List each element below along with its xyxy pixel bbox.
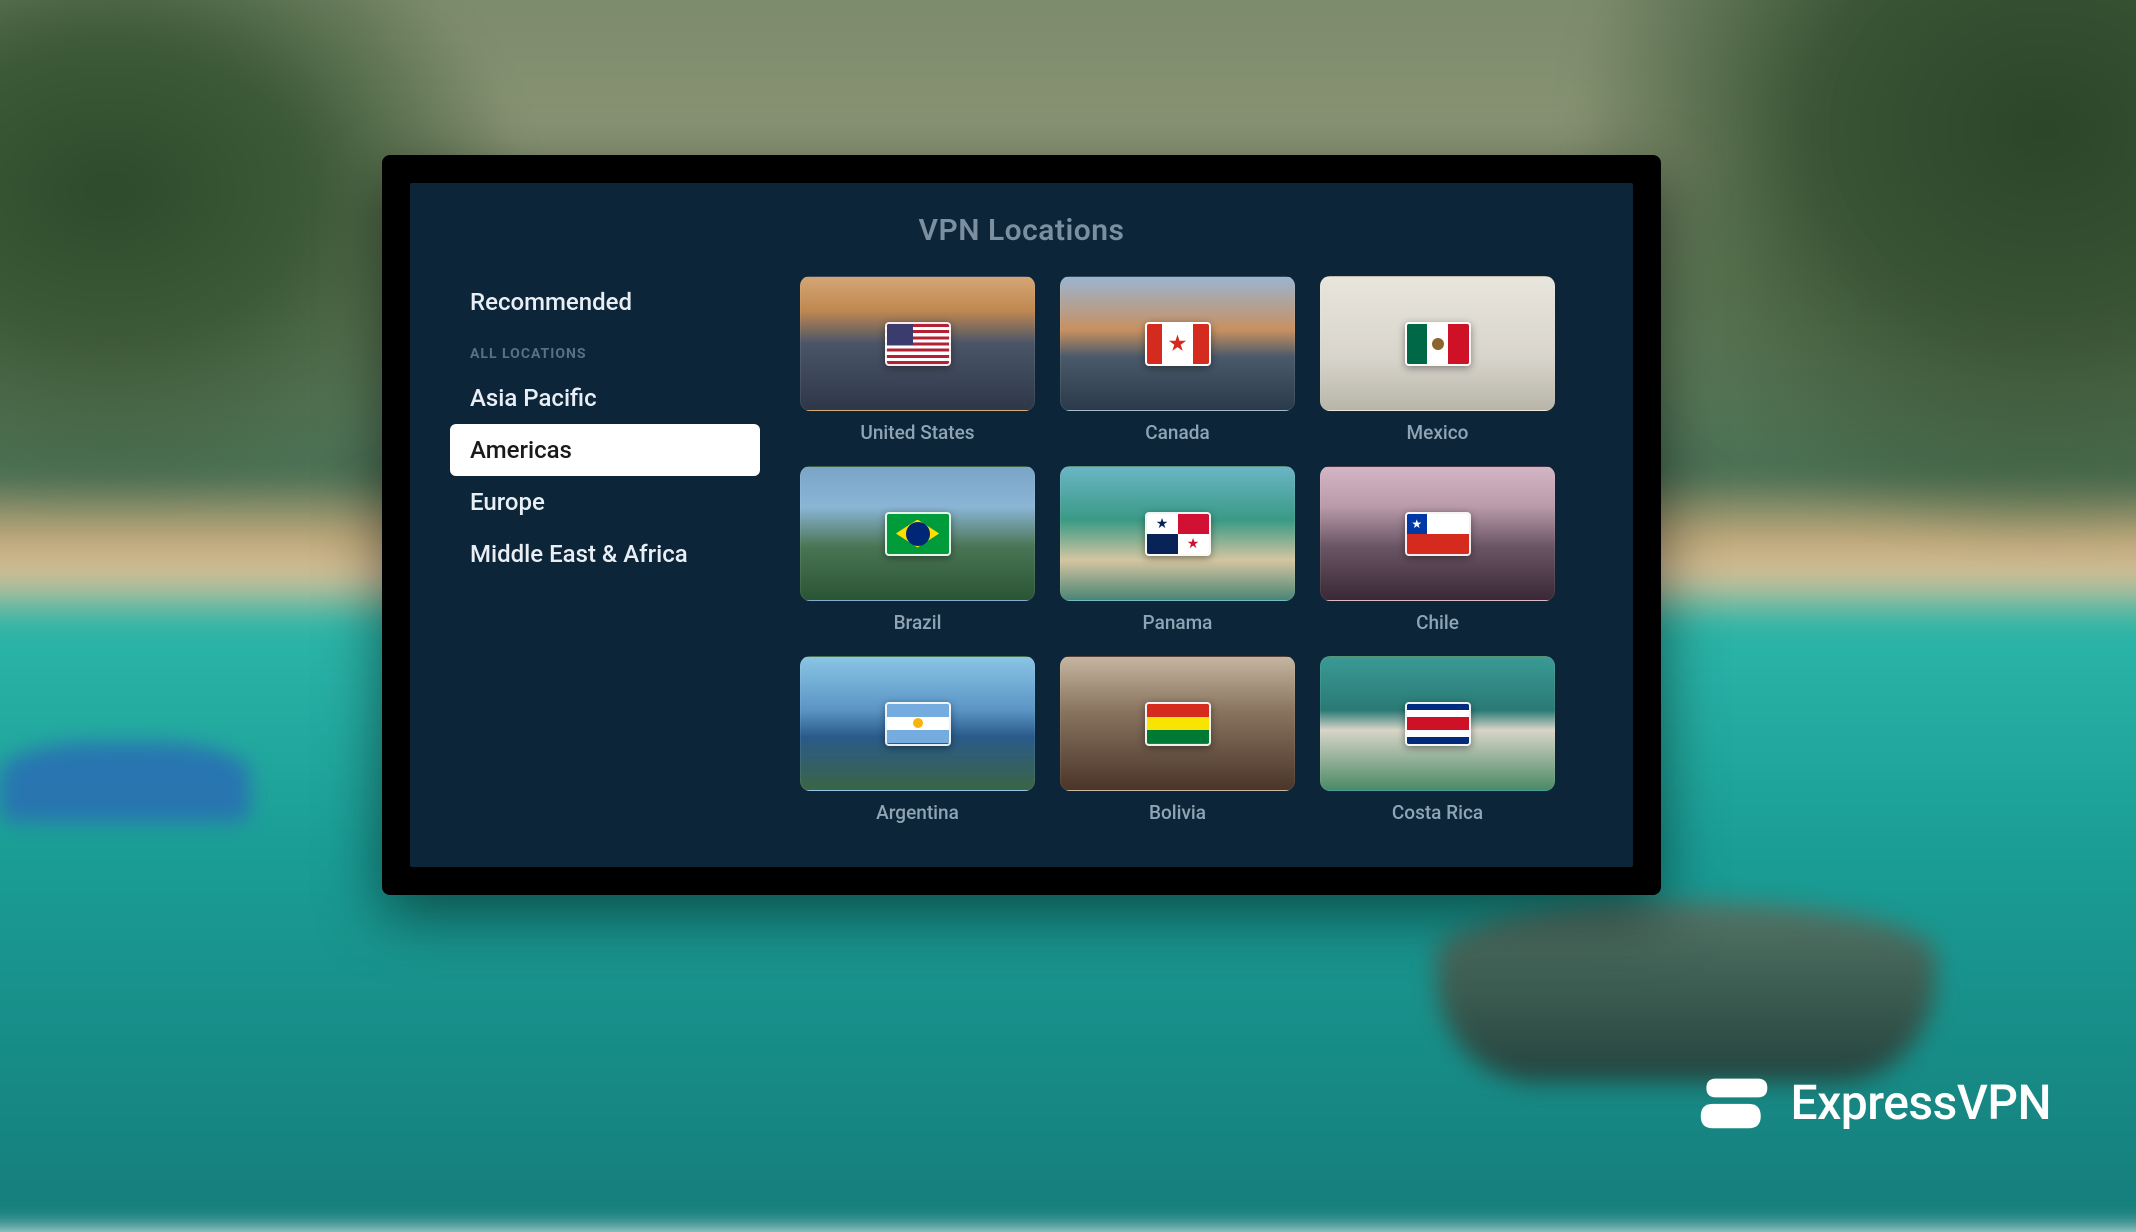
sidebar-item-europe[interactable]: Europe [450, 476, 760, 528]
flag-ar-icon [885, 702, 951, 746]
sidebar: Recommended ALL LOCATIONS Asia Pacific A… [450, 276, 760, 824]
location-card-panama[interactable]: Panama [1060, 466, 1295, 634]
location-thumb [800, 276, 1035, 411]
location-label: Mexico [1407, 421, 1469, 444]
page-title: VPN Locations [450, 213, 1593, 248]
tv-frame: VPN Locations Recommended ALL LOCATIONS … [382, 155, 1661, 895]
app-screen: VPN Locations Recommended ALL LOCATIONS … [410, 183, 1633, 867]
location-thumb [1060, 656, 1295, 791]
location-thumb [1060, 276, 1295, 411]
location-label: Panama [1143, 611, 1213, 634]
brand-name: ExpressVPN [1790, 1074, 2051, 1131]
sidebar-item-asia-pacific[interactable]: Asia Pacific [450, 372, 760, 424]
flag-mx-icon [1405, 322, 1471, 366]
sidebar-item-middle-east-africa[interactable]: Middle East & Africa [450, 528, 760, 580]
sidebar-item-americas[interactable]: Americas [450, 424, 760, 476]
location-card-united-states[interactable]: United States [800, 276, 1035, 444]
boat-wooden [1436, 902, 1936, 1082]
location-thumb [1060, 466, 1295, 601]
location-label: Costa Rica [1392, 801, 1483, 824]
flag-us-icon [885, 322, 951, 366]
location-thumb [1320, 656, 1555, 791]
location-label: United States [860, 421, 974, 444]
screen-content: Recommended ALL LOCATIONS Asia Pacific A… [450, 276, 1593, 824]
location-label: Chile [1416, 611, 1459, 634]
location-card-bolivia[interactable]: Bolivia [1060, 656, 1295, 824]
location-card-brazil[interactable]: Brazil [800, 466, 1035, 634]
location-label: Argentina [876, 801, 959, 824]
location-thumb [800, 656, 1035, 791]
flag-cl-icon [1405, 512, 1471, 556]
location-card-mexico[interactable]: Mexico [1320, 276, 1555, 444]
flag-ca-icon [1145, 322, 1211, 366]
flag-pa-icon [1145, 512, 1211, 556]
sidebar-section-header: ALL LOCATIONS [450, 328, 760, 372]
location-label: Canada [1145, 421, 1209, 444]
location-label: Bolivia [1149, 801, 1206, 824]
location-card-canada[interactable]: Canada [1060, 276, 1295, 444]
location-card-chile[interactable]: Chile [1320, 466, 1555, 634]
location-card-costa-rica[interactable]: Costa Rica [1320, 656, 1555, 824]
boat-blue [0, 742, 250, 822]
flag-cr-icon [1405, 702, 1471, 746]
flag-bo-icon [1145, 702, 1211, 746]
location-label: Brazil [894, 611, 942, 634]
location-thumb [1320, 466, 1555, 601]
expressvpn-logo-icon [1697, 1072, 1772, 1132]
location-thumb [1320, 276, 1555, 411]
brand-logo: ExpressVPN [1697, 1072, 2051, 1132]
location-grid: United States Canada Mexico [800, 276, 1555, 824]
location-thumb [800, 466, 1035, 601]
sidebar-item-recommended[interactable]: Recommended [450, 276, 760, 328]
flag-br-icon [885, 512, 951, 556]
location-card-argentina[interactable]: Argentina [800, 656, 1035, 824]
